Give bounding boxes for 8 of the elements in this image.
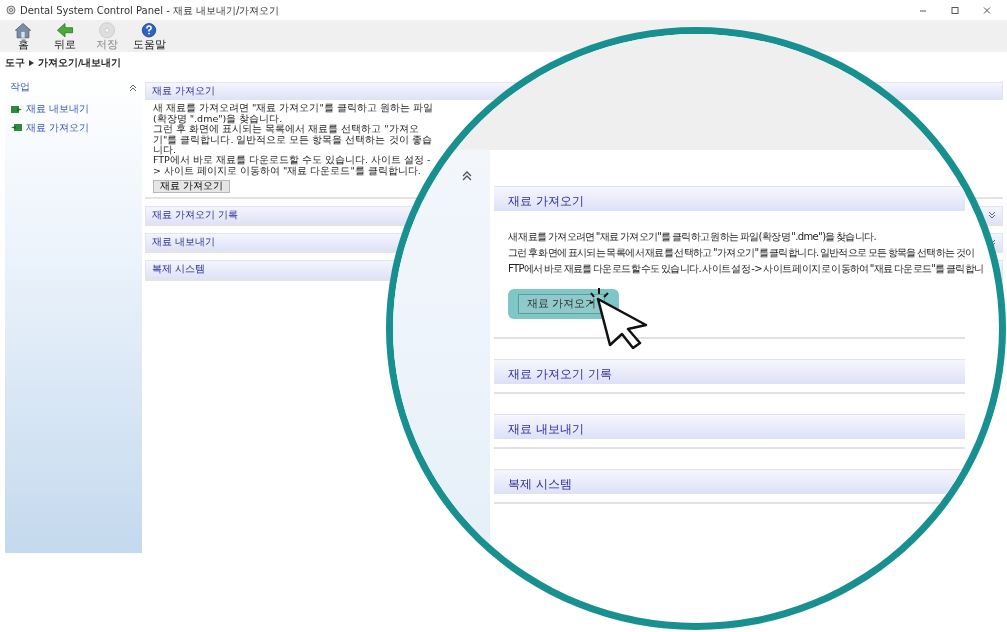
description-text: 새 재료를 가져오려면 "재료 가져오기"를 클릭하고 원하는 파일(확장명 ".dme")을 찾습니다. [508,230,877,244]
description-text: FTP에서 바로 재료를 다운로드할 수도 있습니다. 사이트 설정 -> 사이트 페이지로 이동하여 "재료 다운로드"를 클릭합니 [508,262,984,276]
window-title: Dental System Control Panel - 재료 내보내기/가져오기 [20,3,281,18]
description-text: 그런 후 화면에 표시되는 목록에서 재료를 선택하고 "가져오기"를 클릭합니다. 일반적으로 모든 항목을 선택하는 것이 [508,246,975,260]
description-text: 새 재료를 가져오려면 "재료 가져오기"를 클릭하고 원하는 파일(확장명 ".dme")을 찾습니다. [153,103,434,125]
description-text: FTP에서 바로 재료를 다운로드할 수도 있습니다. 사이트 설정 -> 사이트 페이지로 이동하여 "재료 다운로드"를 클릭합니다. [153,155,432,177]
sidebar-heading: 작업 [10,80,30,94]
description-text: 그런 후 화면에 표시되는 목록에서 재료를 선택하고 "가져오기"를 클릭합니다. 일반적으로 모든 항목을 선택하는 것이 좋습니다. [153,124,433,155]
